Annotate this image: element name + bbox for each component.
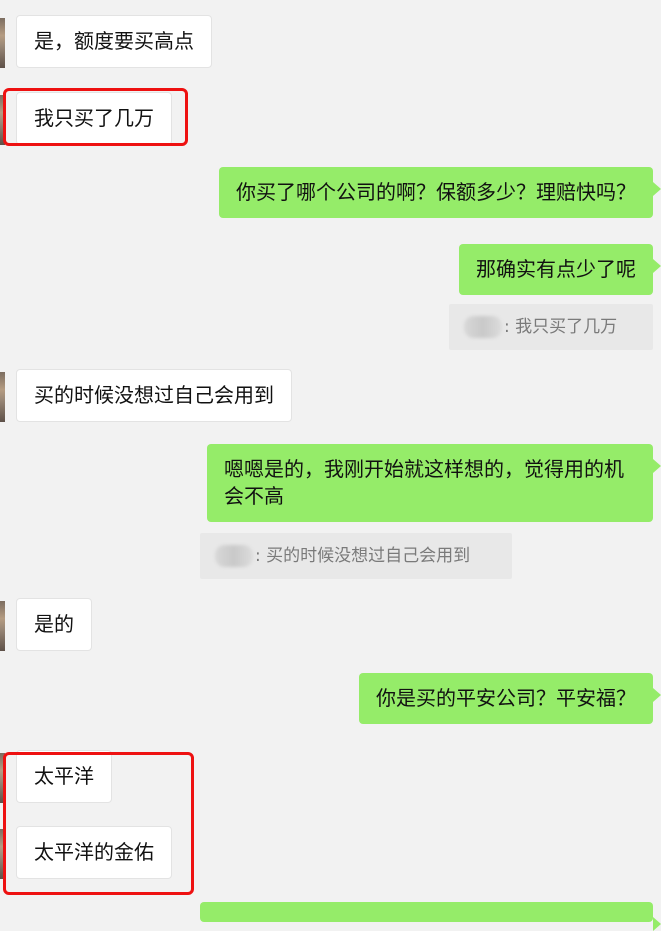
message-text: 太平洋 [34, 764, 94, 788]
quoted-text: : 买的时候没想过自己会用到 [255, 546, 471, 566]
message-text: 你买了哪个公司的啊？保额多少？理赔快吗？ [236, 180, 636, 204]
message-text: 我只买了几万 [34, 106, 154, 130]
message-text: 买的时候没想过自己会用到 [34, 383, 274, 407]
message-text: 嗯嗯是的，我刚开始就这样想的，觉得用的机会不高 [224, 457, 624, 508]
incoming-message-bubble[interactable]: 是，额度要买高点 [16, 15, 212, 68]
quoted-reply[interactable]: : 买的时候没想过自己会用到 [200, 533, 512, 579]
contact-avatar[interactable] [0, 372, 5, 422]
blurred-sender-name [464, 316, 502, 338]
contact-avatar[interactable] [0, 95, 5, 145]
message-text: 你是买的平安公司？平安福？ [376, 686, 636, 710]
contact-avatar[interactable] [0, 753, 5, 803]
incoming-message-bubble[interactable]: 是的 [16, 598, 92, 651]
outgoing-message-bubble[interactable]: 嗯嗯是的，我刚开始就这样想的，觉得用的机会不高 [207, 444, 661, 522]
contact-avatar[interactable] [0, 829, 5, 879]
chat-conversation: 是，额度要买高点 我只买了几万 你买了哪个公司的啊？保额多少？理赔快吗？ 那确实… [0, 0, 661, 931]
outgoing-message-bubble[interactable]: 你买了哪个公司的啊？保额多少？理赔快吗？ [219, 167, 661, 218]
contact-avatar[interactable] [0, 601, 5, 651]
quoted-reply[interactable]: : 我只买了几万 [449, 304, 653, 350]
message-text: 那确实有点少了呢 [476, 257, 636, 281]
blurred-sender-name [215, 545, 253, 567]
message-text: 太平洋的金佑 [34, 840, 154, 864]
incoming-message-bubble[interactable]: 买的时候没想过自己会用到 [16, 369, 292, 422]
outgoing-message-bubble[interactable]: 那确实有点少了呢 [459, 244, 661, 295]
contact-avatar[interactable] [0, 18, 5, 68]
incoming-message-bubble[interactable]: 我只买了几万 [16, 92, 172, 145]
outgoing-message-bubble-partial[interactable] [200, 902, 661, 931]
incoming-message-bubble[interactable]: 太平洋的金佑 [16, 826, 172, 879]
quoted-text: : 我只买了几万 [504, 317, 618, 337]
message-text: 是，额度要买高点 [34, 29, 194, 53]
message-text: 是的 [34, 612, 74, 636]
outgoing-message-bubble[interactable]: 你是买的平安公司？平安福？ [359, 673, 661, 724]
incoming-message-bubble[interactable]: 太平洋 [16, 750, 112, 803]
